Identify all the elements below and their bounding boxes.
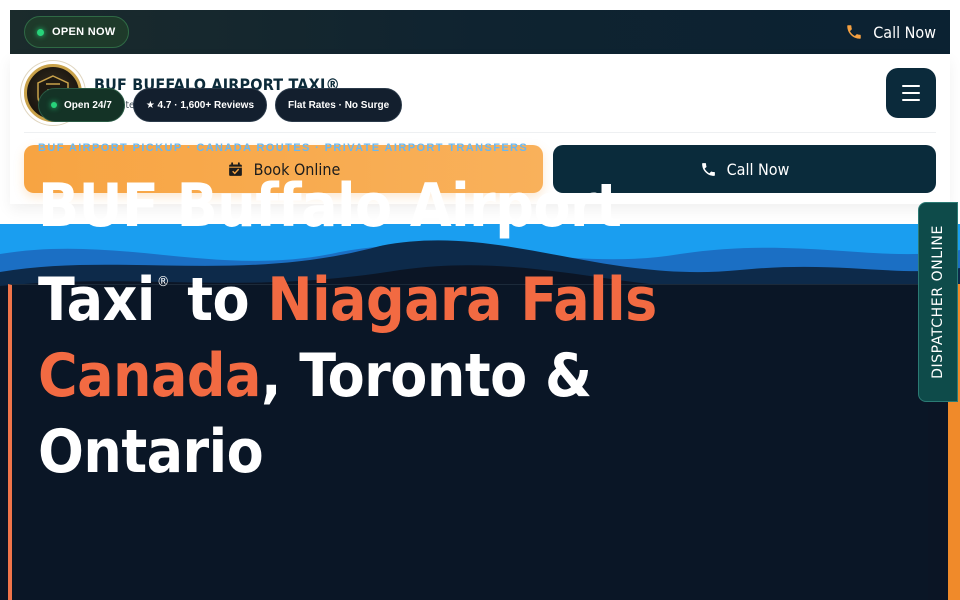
headline-niagara: Niagara Falls — [267, 265, 657, 335]
registered-mark: ® — [156, 274, 170, 290]
headline-line-1: BUF Buffalo Airport — [38, 171, 622, 241]
hero-badge-label: ★ 4.7 · 1,600+ Reviews — [145, 99, 255, 111]
open-now-badge: OPEN NOW — [24, 16, 129, 48]
hero-headline: BUF Buffalo Airport Taxi ® to Niagara Fal… — [38, 168, 798, 490]
dispatcher-online-tab[interactable]: DISPATCHER ONLINE — [918, 202, 958, 402]
hero-eyebrow: BUF AIRPORT PICKUP · CANADA ROUTES · PRI… — [38, 142, 529, 154]
headline-to: to — [168, 265, 268, 335]
dispatcher-label: DISPATCHER ONLINE — [930, 225, 946, 379]
hero-badge-rates: Flat Rates · No Surge — [275, 88, 403, 122]
hero-badge-open: Open 24/7 — [38, 88, 125, 122]
open-now-label: OPEN NOW — [52, 26, 116, 38]
hamburger-icon — [902, 83, 920, 104]
status-dot-icon — [37, 28, 44, 36]
online-dot-icon — [51, 102, 57, 108]
top-call-label: Call Now — [873, 22, 936, 42]
hero-badge-label: Flat Rates · No Surge — [288, 99, 390, 111]
headline-canada: Canada — [38, 341, 261, 411]
menu-button[interactable] — [886, 68, 936, 118]
hero-badges: Open 24/7 ★ 4.7 · 1,600+ Reviews Flat Ra… — [38, 88, 403, 122]
hero-badge-label: Open 24/7 — [64, 99, 112, 111]
header-divider — [24, 132, 936, 133]
top-status-bar: OPEN NOW Call Now — [10, 10, 950, 54]
phone-icon — [847, 25, 861, 39]
headline-taxi: Taxi — [38, 265, 155, 335]
top-call-link[interactable]: Call Now — [845, 23, 936, 42]
hero-badge-reviews: ★ 4.7 · 1,600+ Reviews — [132, 88, 268, 122]
